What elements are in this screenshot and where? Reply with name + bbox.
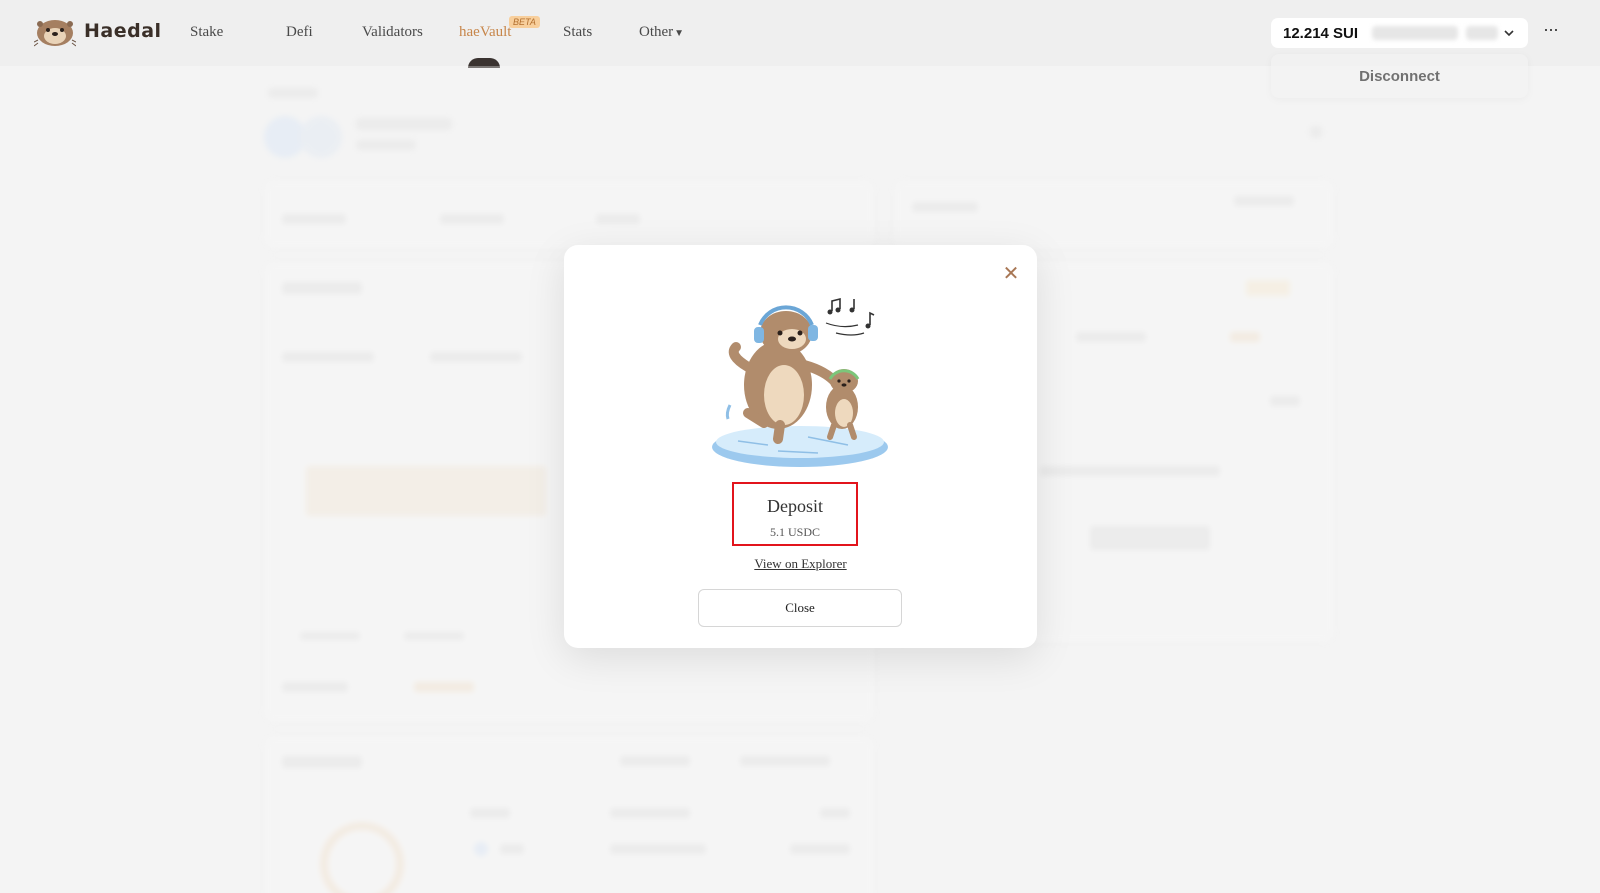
modal-title: Deposit bbox=[767, 496, 823, 516]
nav-item-other-label: Other bbox=[639, 24, 674, 40]
view-on-explorer-link[interactable]: View on Explorer bbox=[564, 556, 1037, 572]
nav-item-validators[interactable]: Validators bbox=[362, 24, 423, 41]
caret-down-icon: ▼ bbox=[674, 28, 685, 39]
wallet-avatar-redacted bbox=[1466, 26, 1499, 40]
nav-item-defi[interactable]: Defi bbox=[286, 24, 313, 41]
chevron-down-icon bbox=[1504, 30, 1514, 37]
brand-name: Haedal bbox=[84, 20, 162, 42]
nav-item-stake[interactable]: Stake bbox=[190, 24, 223, 41]
deposit-amount: 5.1 USDC bbox=[769, 525, 820, 539]
close-button[interactable]: Close bbox=[698, 589, 902, 627]
wallet-balance: 12.214 SUI bbox=[1283, 24, 1359, 42]
close-icon[interactable]: ✕ bbox=[1000, 262, 1022, 284]
nav-item-other[interactable]: Other▼ bbox=[639, 24, 684, 41]
more-options-icon[interactable]: ··· bbox=[1543, 20, 1561, 40]
wallet-button[interactable]: 12.214 SUI bbox=[1271, 18, 1528, 48]
brand-logo[interactable]: Haedal bbox=[34, 14, 162, 48]
beta-badge: BETA bbox=[509, 16, 540, 28]
deposit-success-modal: ✕ Deposit 5.1 USDC View on Explorer Clos… bbox=[564, 245, 1037, 648]
wallet-address-redacted bbox=[1372, 26, 1459, 40]
otter-logo-icon bbox=[34, 20, 76, 47]
deposit-result-highlight: Deposit 5.1 USDC bbox=[732, 482, 858, 546]
skating-otters-illustration bbox=[712, 297, 888, 467]
nav-item-haevault[interactable]: haeVault bbox=[459, 24, 511, 41]
nav-item-stats[interactable]: Stats bbox=[563, 24, 592, 41]
